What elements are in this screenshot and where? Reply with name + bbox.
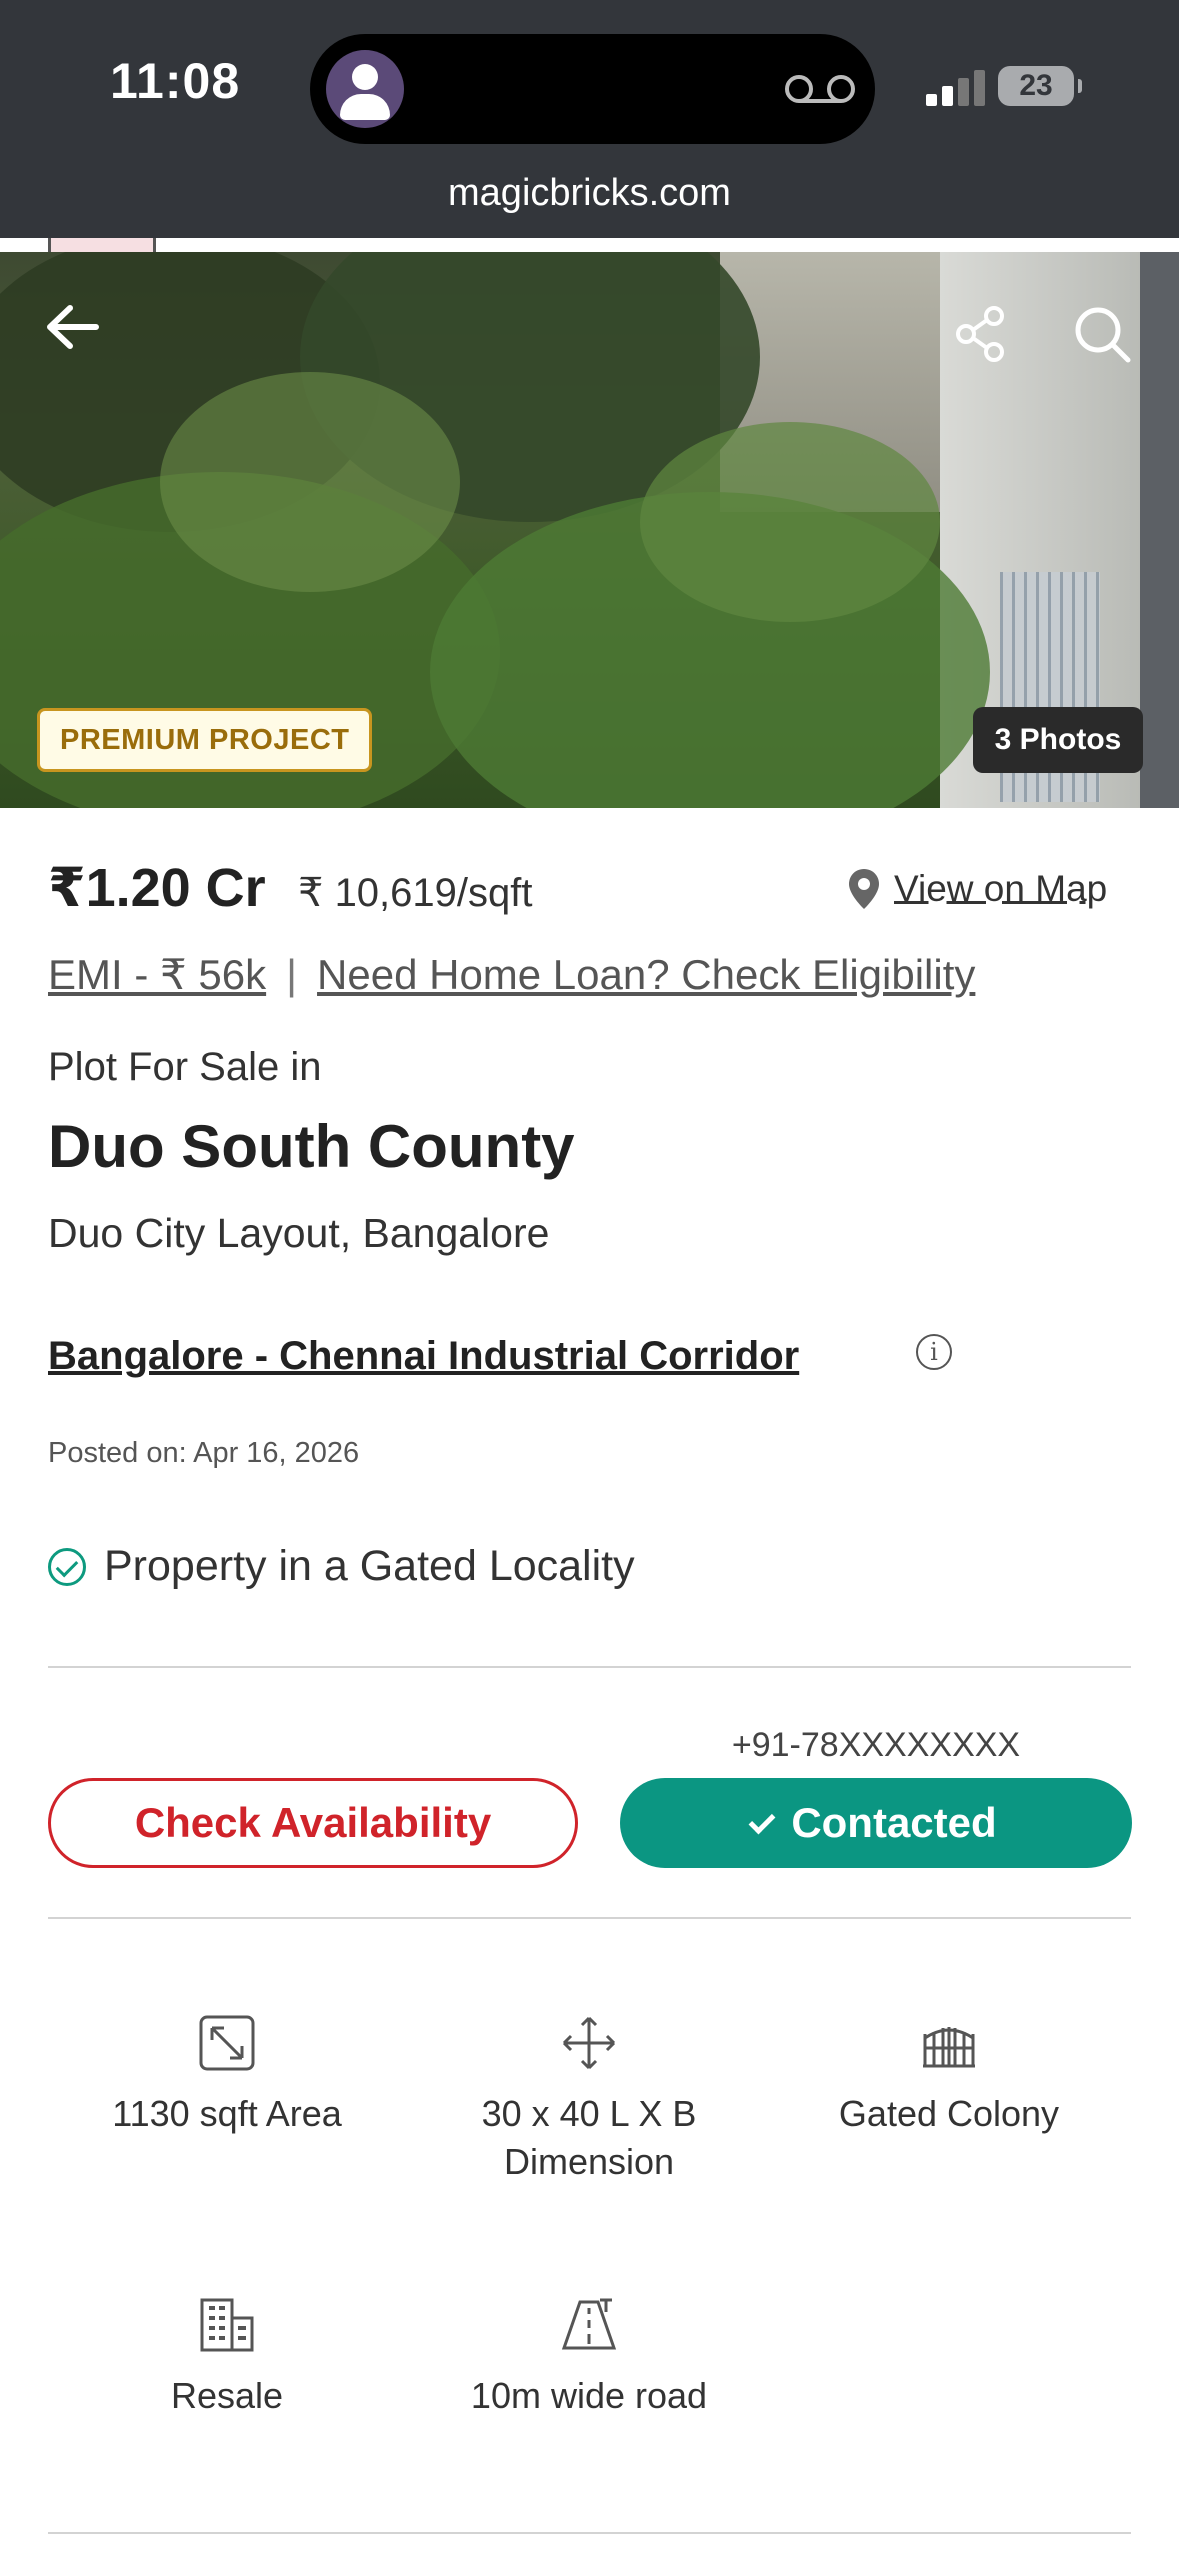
feature-label: 1130 sqft Area bbox=[112, 2093, 342, 2134]
home-loan-link[interactable]: Need Home Loan? Check Eligibility bbox=[317, 951, 975, 998]
building-icon bbox=[200, 2298, 254, 2352]
divider bbox=[48, 2532, 1131, 2534]
price-total: ₹1.20 Cr bbox=[48, 858, 266, 918]
check-circle-icon bbox=[48, 1547, 86, 1586]
page-tab-indicator bbox=[48, 238, 156, 252]
checkmark-icon bbox=[748, 1807, 776, 1835]
feature-resale: Resale bbox=[57, 2296, 397, 2420]
project-name: Duo South County bbox=[48, 1113, 575, 1180]
divider bbox=[48, 1917, 1131, 1919]
masked-phone: +91-78XXXXXXXX bbox=[731, 1726, 1021, 1764]
search-icon[interactable] bbox=[1072, 304, 1132, 364]
status-time: 11:08 bbox=[110, 53, 241, 109]
emi-separator: | bbox=[286, 951, 298, 998]
share-icon[interactable] bbox=[954, 306, 1006, 362]
feature-label: 30 x 40 L X B Dimension bbox=[481, 2093, 697, 2182]
property-photo[interactable]: PREMIUM PROJECT 3 Photos bbox=[0, 252, 1179, 808]
feature-dimension: 30 x 40 L X B Dimension bbox=[419, 2014, 759, 2186]
project-location: Duo City Layout, Bangalore bbox=[48, 1210, 550, 1256]
avatar-icon bbox=[326, 50, 404, 128]
dynamic-island bbox=[310, 34, 875, 144]
price-per-sqft: ₹ 10,619/sqft bbox=[298, 871, 533, 915]
gated-locality: Property in a Gated Locality bbox=[48, 1540, 635, 1591]
feature-gated-colony: Gated Colony bbox=[779, 2014, 1119, 2138]
photos-count-button[interactable]: 3 Photos bbox=[973, 707, 1143, 773]
photo-pole bbox=[1140, 252, 1179, 808]
back-arrow-icon[interactable] bbox=[44, 302, 100, 352]
gate-icon bbox=[923, 2027, 975, 2068]
map-pin-icon bbox=[849, 869, 879, 910]
property-type: Plot For Sale in bbox=[48, 1045, 322, 1089]
view-on-map-link[interactable]: View on Map bbox=[846, 866, 1107, 911]
emi-row: EMI - ₹ 56k | Need Home Loan? Check Eligib… bbox=[48, 950, 975, 999]
emi-link[interactable]: EMI - ₹ 56k bbox=[48, 951, 266, 998]
road-icon bbox=[561, 2298, 617, 2350]
dimension-icon bbox=[562, 2016, 616, 2070]
feature-label: 10m wide road bbox=[470, 2375, 708, 2416]
corridor-link[interactable]: Bangalore - Chennai Industrial Corridor bbox=[48, 1334, 799, 1379]
feature-road: 10m wide road bbox=[419, 2296, 759, 2420]
signal-icon bbox=[926, 70, 988, 106]
feature-label: Gated Colony bbox=[838, 2093, 1060, 2134]
battery-icon: 23 bbox=[998, 66, 1082, 106]
divider bbox=[0, 238, 1179, 252]
voicemail-icon bbox=[785, 75, 855, 103]
browser-url[interactable]: magicbricks.com bbox=[0, 172, 1179, 215]
divider bbox=[48, 1666, 1131, 1668]
info-icon[interactable]: i bbox=[916, 1334, 952, 1370]
browser-top-bar: 11:08 23 magicbricks.com bbox=[0, 0, 1179, 240]
premium-project-badge: PREMIUM PROJECT bbox=[37, 708, 373, 772]
feature-area: 1130 sqft Area bbox=[57, 2014, 397, 2138]
posted-date: Posted on: Apr 16, 2026 bbox=[48, 1437, 360, 1469]
contacted-button[interactable]: Contacted bbox=[620, 1778, 1132, 1868]
check-availability-button[interactable]: Check Availability bbox=[48, 1778, 578, 1868]
feature-label: Resale bbox=[170, 2375, 284, 2416]
area-icon bbox=[199, 2015, 255, 2071]
